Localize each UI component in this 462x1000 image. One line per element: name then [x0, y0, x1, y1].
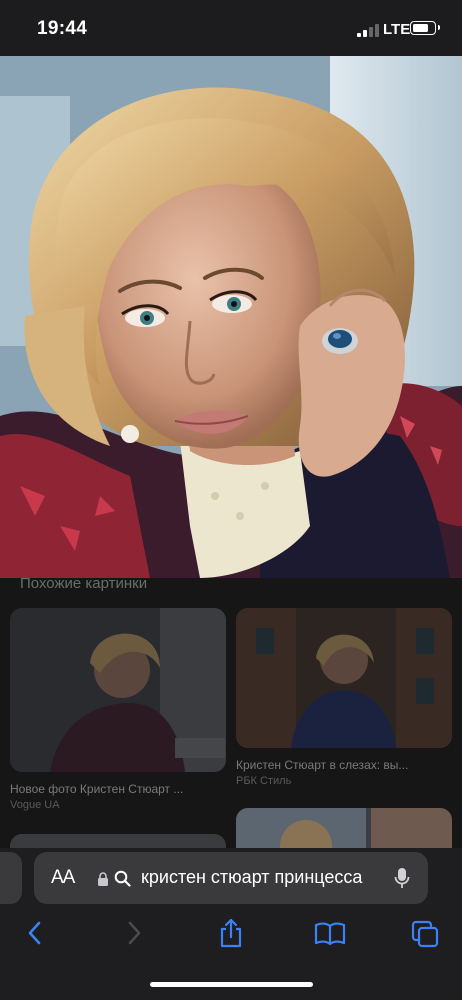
similar-image-source: РБК Стиль: [236, 775, 292, 787]
microphone-icon[interactable]: [394, 867, 410, 889]
text-size-button[interactable]: AA: [51, 867, 75, 889]
forward-icon[interactable]: [124, 920, 144, 946]
portrait-illustration: [0, 56, 462, 578]
similar-image-title[interactable]: Новое фото Кристен Стюарт ...: [10, 782, 216, 796]
bookmarks-icon[interactable]: [314, 922, 346, 946]
network-type-label: LTE: [383, 21, 411, 38]
home-indicator[interactable]: [150, 982, 313, 987]
section-title: Похожие картинки: [20, 578, 148, 592]
battery-icon: [410, 21, 440, 35]
similar-image-thumbnail: [236, 608, 452, 748]
similar-image-card[interactable]: [236, 808, 452, 848]
similar-image-thumbnail: [236, 808, 452, 848]
similar-image-card[interactable]: [236, 608, 452, 748]
previous-tab-preview[interactable]: [0, 852, 22, 904]
browser-bottom-bar: AA кристен стюарт принцесса: [0, 848, 462, 1000]
signal-strength-icon: [357, 23, 379, 37]
similar-image-title[interactable]: Кристен Стюарт в слезах: вы...: [236, 758, 444, 772]
lock-icon: [98, 872, 108, 886]
similar-images-section: Похожие картинки Новое фото Кристен Стюа…: [0, 578, 462, 848]
tabs-icon[interactable]: [411, 920, 439, 948]
text-size-label: AA: [51, 867, 75, 888]
similar-image-thumbnail: [10, 834, 226, 848]
similar-image-source: Vogue UA: [10, 799, 60, 811]
similar-image-thumbnail: [10, 608, 226, 772]
share-icon[interactable]: [218, 918, 244, 948]
status-bar: 19:44 LTE: [0, 0, 462, 56]
address-bar[interactable]: AA кристен стюарт принцесса: [34, 852, 428, 904]
status-time: 19:44: [37, 18, 88, 39]
search-icon: [114, 870, 131, 887]
similar-image-card[interactable]: [10, 608, 226, 772]
url-query-text[interactable]: кристен стюарт принцесса: [141, 867, 381, 888]
back-icon[interactable]: [25, 920, 45, 946]
hero-image[interactable]: [0, 56, 462, 578]
similar-image-card[interactable]: [10, 834, 226, 848]
